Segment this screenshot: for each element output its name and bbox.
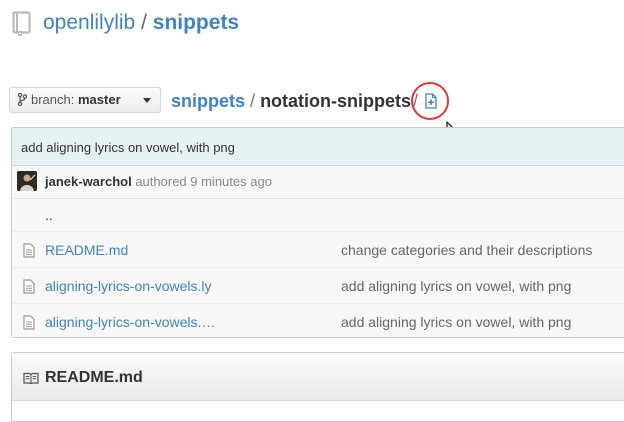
file-text-icon (23, 243, 35, 258)
repo-title-separator: / (141, 11, 147, 34)
commit-authored-time: authored 9 minutes ago (135, 174, 272, 189)
readme-title: README.md (45, 369, 143, 386)
table-row[interactable]: README.md change categories and their de… (12, 232, 624, 268)
highlight-circle (411, 82, 449, 120)
table-row[interactable]: aligning-lyrics-on-vowels.ly add alignin… (12, 268, 624, 304)
branch-selector-button[interactable]: branch: master (9, 87, 161, 113)
repo-icon (12, 11, 32, 37)
git-branch-icon (17, 92, 28, 107)
parent-directory-link[interactable]: .. (45, 207, 53, 223)
file-name-link[interactable]: README.md (45, 242, 128, 258)
file-commit-message[interactable]: add aligning lyrics on vowel, with png (341, 314, 571, 330)
breadcrumb-root-link[interactable]: snippets (171, 91, 245, 111)
file-table: add aligning lyrics on vowel, with png j… (11, 127, 624, 338)
repo-title: openlilylib / snippets (43, 10, 239, 36)
repo-owner-link[interactable]: openlilylib (43, 11, 135, 34)
table-row[interactable]: aligning-lyrics-on-vowels.… add aligning… (12, 304, 624, 337)
breadcrumb-current: notation-snippets (260, 91, 412, 111)
branch-label: branch: (31, 92, 75, 107)
readme-header: README.md (12, 353, 624, 401)
book-icon (23, 371, 39, 385)
commit-author-link[interactable]: janek-warchol (45, 174, 132, 189)
commit-author-text: janek-warchol authored 9 minutes ago (45, 174, 272, 189)
file-text-icon (23, 279, 35, 294)
chevron-down-icon (143, 98, 151, 103)
file-commit-message[interactable]: change categories and their descriptions (341, 242, 592, 258)
commit-message[interactable]: add aligning lyrics on vowel, with png (21, 140, 235, 155)
parent-directory-row[interactable]: .. (12, 199, 624, 232)
breadcrumb-separator: / (250, 91, 256, 111)
file-text-icon (23, 315, 35, 330)
branch-value: master (78, 92, 121, 107)
avatar[interactable] (17, 171, 37, 191)
file-name-link[interactable]: aligning-lyrics-on-vowels.ly (45, 278, 212, 294)
breadcrumb: snippets / notation-snippets (171, 89, 411, 113)
file-name-link[interactable]: aligning-lyrics-on-vowels.… (45, 314, 215, 330)
commit-author-row: janek-warchol authored 9 minutes ago (12, 166, 624, 199)
file-commit-message[interactable]: add aligning lyrics on vowel, with png (341, 278, 571, 294)
latest-commit-bar: add aligning lyrics on vowel, with png (12, 128, 624, 166)
repo-name-link[interactable]: snippets (153, 11, 239, 34)
